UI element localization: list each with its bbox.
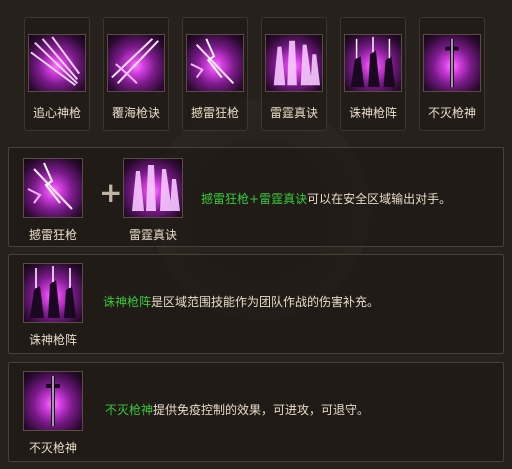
combo-description: 诛神枪阵是区域范围技能作为团队作战的伤害补充。 bbox=[103, 293, 379, 310]
spear-burst-icon bbox=[28, 34, 86, 92]
skill-slot-6[interactable]: 不灭枪神 bbox=[419, 17, 485, 131]
combo-description: 撼雷狂枪+雷霆真诀可以在安全区域输出对手。 bbox=[201, 190, 451, 207]
skill-bar: 追心神枪 覆海枪诀 撼雷狂枪 雷霆真诀 诛神枪阵 不灭枪神 bbox=[24, 17, 485, 131]
combo-skill-right[interactable]: 雷霆真诀 bbox=[123, 158, 183, 243]
skill-name: 追心神枪 bbox=[32, 106, 81, 120]
combo-description: 不灭枪神提供免疫控制的效果，可进攻，可退守。 bbox=[105, 401, 369, 418]
highlight-skill: 诛神枪阵 bbox=[103, 295, 152, 309]
immortal-spear-icon bbox=[423, 34, 481, 92]
highlight-joiner: + bbox=[249, 192, 260, 206]
immortal-spear-icon bbox=[23, 371, 83, 431]
combo-skill-label: 雷霆真诀 bbox=[128, 228, 177, 242]
description-text: 可以在安全区域输出对手。 bbox=[307, 192, 452, 206]
thunder-spikes-icon bbox=[123, 158, 183, 218]
spear-formation-icon bbox=[23, 263, 83, 323]
skill-slot-1[interactable]: 追心神枪 bbox=[24, 17, 90, 131]
skill-name: 撼雷狂枪 bbox=[190, 106, 239, 120]
combo-skill[interactable]: 诛神枪阵 bbox=[23, 263, 83, 348]
spear-formation-icon bbox=[344, 34, 402, 92]
skill-slot-2[interactable]: 覆海枪诀 bbox=[103, 17, 169, 131]
plus-icon: + bbox=[99, 176, 123, 209]
highlight-skill: 撼雷狂枪 bbox=[201, 192, 250, 206]
highlight-skill: 雷霆真诀 bbox=[259, 192, 308, 206]
skill-slot-4[interactable]: 雷霆真诀 bbox=[261, 17, 327, 131]
thunder-spikes-icon bbox=[265, 34, 323, 92]
skill-name: 雷霆真诀 bbox=[269, 106, 318, 120]
skill-slot-5[interactable]: 诛神枪阵 bbox=[340, 17, 406, 131]
description-text: 是区域范围技能作为团队作战的伤害补充。 bbox=[151, 295, 380, 309]
combo-skill-label: 诛神枪阵 bbox=[28, 333, 77, 347]
skill-name: 不灭枪神 bbox=[427, 106, 476, 120]
spear-slash-icon bbox=[107, 34, 165, 92]
thunder-spear-icon bbox=[186, 34, 244, 92]
combo-skill-label: 不灭枪神 bbox=[28, 441, 77, 455]
combo-skill[interactable]: 不灭枪神 bbox=[23, 371, 83, 456]
description-text: 提供免疫控制的效果，可进攻，可退守。 bbox=[153, 403, 370, 417]
combo-panel-2: 诛神枪阵 诛神枪阵是区域范围技能作为团队作战的伤害补充。 bbox=[8, 254, 504, 354]
thunder-spear-icon bbox=[23, 158, 83, 218]
skill-name: 诛神枪阵 bbox=[348, 106, 397, 120]
combo-panel-3: 不灭枪神 不灭枪神提供免疫控制的效果，可进攻，可退守。 bbox=[8, 362, 504, 462]
skill-name: 覆海枪诀 bbox=[111, 106, 160, 120]
combo-skill-label: 撼雷狂枪 bbox=[28, 228, 77, 242]
highlight-skill: 不灭枪神 bbox=[105, 403, 154, 417]
combo-panel-1: 撼雷狂枪 + 雷霆真诀 撼雷狂枪+雷霆真诀可以在安全区域输出对手。 bbox=[8, 147, 504, 247]
combo-skill-left[interactable]: 撼雷狂枪 bbox=[23, 158, 83, 243]
skill-slot-3[interactable]: 撼雷狂枪 bbox=[182, 17, 248, 131]
